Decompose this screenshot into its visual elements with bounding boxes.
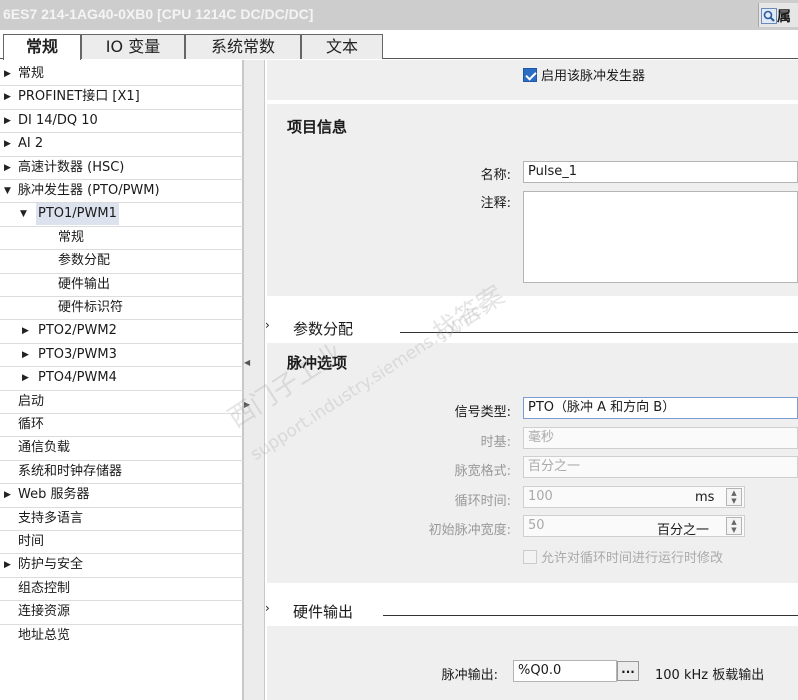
expand-arrow-icon[interactable]: ▶	[4, 110, 11, 132]
tree-item-pto1-general[interactable]: 常规	[0, 227, 243, 251]
spin-up-icon[interactable]: ▲	[731, 518, 736, 526]
param-section-title: 参数分配	[293, 320, 354, 338]
expand-arrow-icon[interactable]: ▶	[22, 367, 29, 389]
expand-right-icon[interactable]: ▶	[244, 400, 250, 409]
tree-item-system-clock-memory[interactable]: 系统和时钟存储器	[0, 461, 243, 485]
cycle-time-value: 100	[528, 489, 553, 504]
time-base-select[interactable]: 毫秒	[523, 427, 798, 449]
tree-item-address-overview[interactable]: 地址总览	[0, 625, 243, 648]
title-bar: 6ES7 214-1AG40-0XB0 [CPU 1214C DC/DC/DC]…	[0, 0, 798, 30]
properties-button[interactable]: 属	[758, 3, 798, 27]
tree-item-profinet[interactable]: ▶ PROFINET接口 [X1]	[0, 86, 243, 110]
expand-arrow-icon[interactable]: ▶	[4, 554, 11, 576]
tree-item-time[interactable]: 时间	[0, 531, 243, 555]
tree-item-cycle[interactable]: 循环	[0, 414, 243, 438]
initial-width-label: 初始脉冲宽度:	[428, 523, 511, 538]
tab-texts[interactable]: 文本	[301, 34, 383, 59]
hw-output-section-title: 硬件输出	[293, 603, 354, 621]
navigation-tree: ▶ 常规 ▶ PROFINET接口 [X1] ▶ DI 14/DQ 10 ▶ AI 2 …	[0, 60, 243, 700]
pulse-width-format-label: 脉宽格式:	[454, 464, 511, 479]
tree-item-pto1[interactable]: ▼ PTO1/PWM1	[0, 203, 243, 227]
enable-checkbox[interactable]	[523, 68, 537, 82]
chevron-right-icon: ›	[265, 318, 270, 332]
pulse-output-field[interactable]: %Q0.0	[513, 660, 617, 682]
param-section-header[interactable]: › 参数分配	[265, 318, 798, 338]
time-base-label: 时基:	[480, 435, 511, 450]
chevron-right-icon: ›	[265, 601, 270, 615]
cycle-time-unit: ms	[695, 490, 715, 505]
collapse-arrow-icon[interactable]: ▼	[20, 203, 27, 225]
name-field[interactable]: Pulse_1	[523, 161, 798, 183]
tree-item-startup[interactable]: 启动	[0, 391, 243, 414]
cycle-time-label: 循环时间:	[454, 494, 511, 509]
runtime-mod-checkbox[interactable]	[523, 550, 537, 564]
enable-row[interactable]: 启用该脉冲发生器	[523, 65, 645, 84]
comment-label: 注释:	[480, 196, 511, 211]
properties-content: 启用该脉冲发生器 项目信息 名称: Pulse_1 注释: › 参数分配 脉冲选…	[265, 60, 798, 700]
tree-item-web-server[interactable]: ▶ Web 服务器	[0, 484, 243, 508]
project-info-title: 项目信息	[287, 118, 348, 136]
tree-item-hsc[interactable]: ▶ 高速计数器 (HSC)	[0, 157, 243, 180]
hw-output-section-header[interactable]: › 硬件输出	[265, 601, 798, 621]
tree-item-pto2[interactable]: ▶ PTO2/PWM2	[0, 320, 243, 344]
tree-item-pto3[interactable]: ▶ PTO3/PWM3	[0, 344, 243, 368]
tab-general[interactable]: 常规	[3, 34, 81, 60]
tree-item-comm-load[interactable]: 通信负载	[0, 437, 243, 461]
collapse-arrow-icon[interactable]: ▼	[4, 180, 11, 202]
expand-arrow-icon[interactable]: ▶	[4, 157, 11, 179]
section-divider	[383, 615, 798, 616]
tree-item-di-dq[interactable]: ▶ DI 14/DQ 10	[0, 110, 243, 134]
expand-arrow-icon[interactable]: ▶	[22, 320, 29, 342]
runtime-mod-row[interactable]: 允许对循环时间进行运行时修改	[523, 547, 723, 566]
initial-width-unit: 百分之一	[657, 523, 710, 538]
initial-width-spinner[interactable]: ▲ ▼	[726, 517, 742, 535]
tree-item-config-control[interactable]: 组态控制	[0, 578, 243, 602]
collapse-left-icon[interactable]: ◀	[244, 358, 250, 367]
initial-width-value: 50	[528, 518, 545, 533]
expand-arrow-icon[interactable]: ▶	[4, 63, 11, 85]
pulse-output-label: 脉冲输出:	[441, 668, 498, 683]
tree-item-connection-resources[interactable]: 连接资源	[0, 601, 243, 625]
tree-item-pulse-generators[interactable]: ▼ 脉冲发生器 (PTO/PWM)	[0, 180, 243, 204]
tree-item-multilanguage[interactable]: 支持多语言	[0, 508, 243, 531]
runtime-mod-label: 允许对循环时间进行运行时修改	[541, 551, 724, 566]
pulse-options-title: 脉冲选项	[287, 354, 348, 372]
tab-io-tags[interactable]: IO 变量	[81, 34, 185, 59]
tree-item-pto1-hw-id[interactable]: 硬件标识符	[0, 297, 243, 321]
tree-item-pto4[interactable]: ▶ PTO4/PWM4	[0, 367, 243, 391]
spin-up-icon[interactable]: ▲	[731, 489, 736, 497]
pulse-output-note: 100 kHz 板载输出	[655, 668, 765, 683]
section-divider	[400, 332, 798, 333]
spin-down-icon[interactable]: ▼	[731, 497, 736, 505]
expand-arrow-icon[interactable]: ▶	[22, 344, 29, 366]
window-title: 6ES7 214-1AG40-0XB0 [CPU 1214C DC/DC/DC]	[3, 6, 314, 22]
pulse-width-format-select[interactable]: 百分之一	[523, 456, 798, 478]
signal-type-label: 信号类型:	[454, 405, 511, 420]
name-label: 名称:	[480, 168, 511, 183]
enable-label: 启用该脉冲发生器	[541, 69, 646, 84]
spin-down-icon[interactable]: ▼	[731, 526, 736, 534]
expand-arrow-icon[interactable]: ▶	[4, 133, 11, 155]
expand-arrow-icon[interactable]: ▶	[4, 86, 11, 108]
properties-label: 属	[777, 9, 791, 25]
browse-button[interactable]: ...	[617, 661, 639, 681]
comment-field[interactable]	[523, 191, 798, 283]
tab-bar: 常规 IO 变量 系统常数 文本	[0, 30, 798, 60]
tree-item-general[interactable]: ▶ 常规	[0, 63, 243, 87]
tree-item-ai[interactable]: ▶ AI 2	[0, 133, 243, 157]
cycle-time-spinner[interactable]: ▲ ▼	[726, 488, 742, 506]
tree-item-pto1-params[interactable]: 参数分配	[0, 250, 243, 274]
magnifier-icon	[761, 8, 777, 24]
signal-type-select[interactable]: PTO（脉冲 A 和方向 B）	[523, 397, 798, 419]
tree-item-protection-security[interactable]: ▶ 防护与安全	[0, 554, 243, 578]
panel-splitter[interactable]: ◀ ▶	[243, 60, 265, 700]
initial-width-input[interactable]: 50	[523, 515, 745, 537]
tree-item-pto1-hw-output[interactable]: 硬件输出	[0, 274, 243, 297]
expand-arrow-icon[interactable]: ▶	[4, 484, 11, 506]
tab-system-constants[interactable]: 系统常数	[185, 34, 301, 59]
